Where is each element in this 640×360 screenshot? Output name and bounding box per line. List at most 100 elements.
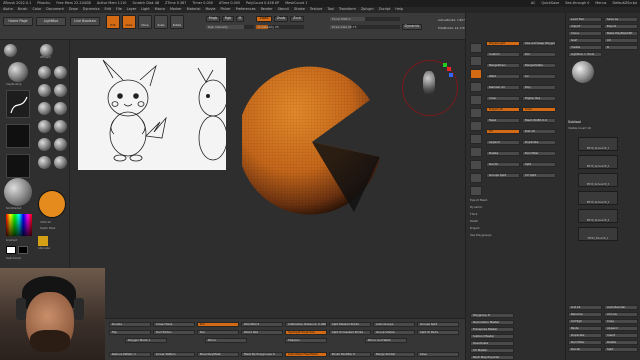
tool-button[interactable]: Del All [486,162,520,167]
alpha-preview[interactable] [6,124,30,148]
subtool-action-button[interactable]: All High [568,319,602,324]
color-picker[interactable] [6,214,32,236]
subtool-action-button[interactable]: Insert [604,333,638,338]
home-page-button[interactable]: Home Page [3,17,33,26]
tool-menu-button[interactable]: Save As [604,17,638,22]
tool-button[interactable]: Groups Split [486,173,520,178]
brush-icon[interactable] [38,156,51,169]
damstandard-icon[interactable] [38,84,51,97]
side-icon-button[interactable] [470,121,482,131]
tool-button[interactable]: MergeVisible [522,63,556,68]
export-item[interactable]: Project [470,227,480,230]
shelf-button[interactable]: Mask By Polygroups 0 [241,352,283,357]
tool-menu-button[interactable]: Lightbox > Tools [568,52,602,57]
zplugin-button[interactable]: UV Master [470,348,514,353]
zplugin-button[interactable]: Subtool Master [470,334,514,339]
menu-item-stroke[interactable]: Stroke [294,7,305,11]
shelf-button[interactable]: Group Visible [373,330,415,335]
export-item[interactable]: Polish [470,220,478,223]
side-icon-button[interactable] [470,147,482,157]
mrgb-button[interactable]: Mrgb [206,16,220,22]
zplugin-button[interactable]: Multi Map Exporter [470,355,514,360]
menu-item-zscript[interactable]: Zscript [379,7,391,11]
menu-item-draw[interactable]: Draw [69,7,78,11]
fill-color-swatch[interactable] [38,236,48,246]
tool-menu-button[interactable]: Visible [568,45,602,50]
tool-button[interactable]: Del Other [522,151,556,156]
tool-button[interactable]: Uv [522,74,556,79]
side-icon-button[interactable] [470,134,482,144]
zsub-button[interactable]: Zsub [274,16,288,22]
subtool-action-button[interactable]: Del All [568,347,602,352]
move-button[interactable]: Move [138,15,152,29]
subtool-item[interactable]: PM3D_Sphere3D_2 [578,155,618,169]
subtool-item[interactable]: PM3D_Sphere3D_1 [578,137,618,151]
shelf-button[interactable]: Polygon Mode 1 [125,338,167,343]
dynamic-button[interactable]: Dynamic [402,24,422,30]
menu-item-marker[interactable]: Marker [170,7,182,11]
zplugin-button[interactable]: Transpose Master [470,327,514,332]
tool-button[interactable]: Del [522,52,556,57]
menu-item-help[interactable]: Help [395,7,403,11]
export-item[interactable]: Use Polygroups [470,234,491,237]
tool-menu-button[interactable]: Clone [568,31,602,36]
zplugin-button[interactable]: Polygroup It [470,313,514,318]
subtool-action-button[interactable]: Del Other [568,340,602,345]
tool-button[interactable]: Delete [486,151,520,156]
switch-color-label[interactable]: SwitchColor [6,257,21,261]
export-item[interactable]: Export Mesh [470,199,487,202]
subtool-action-button[interactable]: Append [604,326,638,331]
document-canvas[interactable] [70,40,465,318]
shelf-button[interactable]: Auto Mask FiberMesh [285,352,327,357]
tool-button[interactable]: Split [522,162,556,167]
zcut-button[interactable]: Zcut [290,16,304,22]
side-icon-button[interactable] [470,56,482,66]
side-icon-button[interactable] [470,82,482,92]
brush-icon[interactable] [4,44,17,57]
shelf-button[interactable]: Merge Similar [373,352,415,357]
side-icon-button[interactable] [470,95,482,105]
menu-item-macro[interactable]: Macro [155,7,165,11]
shelf-button[interactable]: Sharpen [285,338,327,343]
subtool-action-button[interactable]: Split [604,347,638,352]
export-item[interactable]: Dynamic [470,206,482,209]
alternate-label[interactable]: Alternate [38,247,50,251]
menu-item-file[interactable]: File [116,7,122,11]
live-boolean-button[interactable]: Live Boolean [70,17,100,26]
menu-item-material[interactable]: Material [187,7,201,11]
subtool-action-button[interactable]: Auto Reorder [604,305,638,310]
brush-icon[interactable] [38,120,51,133]
menu-item-zplugin[interactable]: Zplugin [361,7,374,11]
export-item[interactable]: Thick [470,213,477,216]
see-through[interactable]: See-through 0 [565,1,589,5]
tool-preview-icon[interactable] [572,61,594,83]
navigation-gizmo[interactable] [402,60,458,116]
menu-item-brush[interactable]: Brush [18,7,28,11]
tool-menu-button[interactable]: Import [568,24,602,29]
draw-size-slider[interactable]: Draw Size 28.75 [330,25,400,29]
tool-button[interactable]: Remesh All [486,85,520,90]
subtool-action-button[interactable]: Delete [604,340,638,345]
menu-item-light[interactable]: Light [141,7,149,11]
secondary-color-swatch[interactable] [18,246,28,254]
shelf-button[interactable]: Close Holes [153,322,195,327]
brush-icon[interactable] [54,138,67,151]
tool-button[interactable]: Higher Res [522,96,556,101]
menu-item-render[interactable]: Render [261,7,273,11]
shelf-button[interactable]: Brush Modifier 0 [329,352,371,357]
tool-button[interactable]: Dist 10 [522,129,556,134]
menu-item-color[interactable]: Color [32,7,41,11]
shelf-button[interactable]: Auto Groups [373,322,415,327]
shelf-button[interactable]: BoundaryMask [197,352,239,357]
subtool-action-button[interactable]: All Low [604,312,638,317]
menu-item-edit[interactable]: Edit [104,7,111,11]
focal-shift-slider[interactable]: Focal Shift 0 [330,17,400,21]
move-brush-icon[interactable] [38,66,51,79]
menu-item-document[interactable]: Document [46,7,64,11]
side-icon-button[interactable] [470,173,482,183]
tool-button[interactable]: Weld [486,74,520,79]
menu-item-alpha[interactable]: Alpha [3,7,13,11]
tool-button[interactable]: PolyGroupIt [486,41,520,46]
shelf-button[interactable]: Split To Parts [417,330,459,335]
rgb-intensity-slider[interactable]: Rgb Intensity [206,25,254,29]
